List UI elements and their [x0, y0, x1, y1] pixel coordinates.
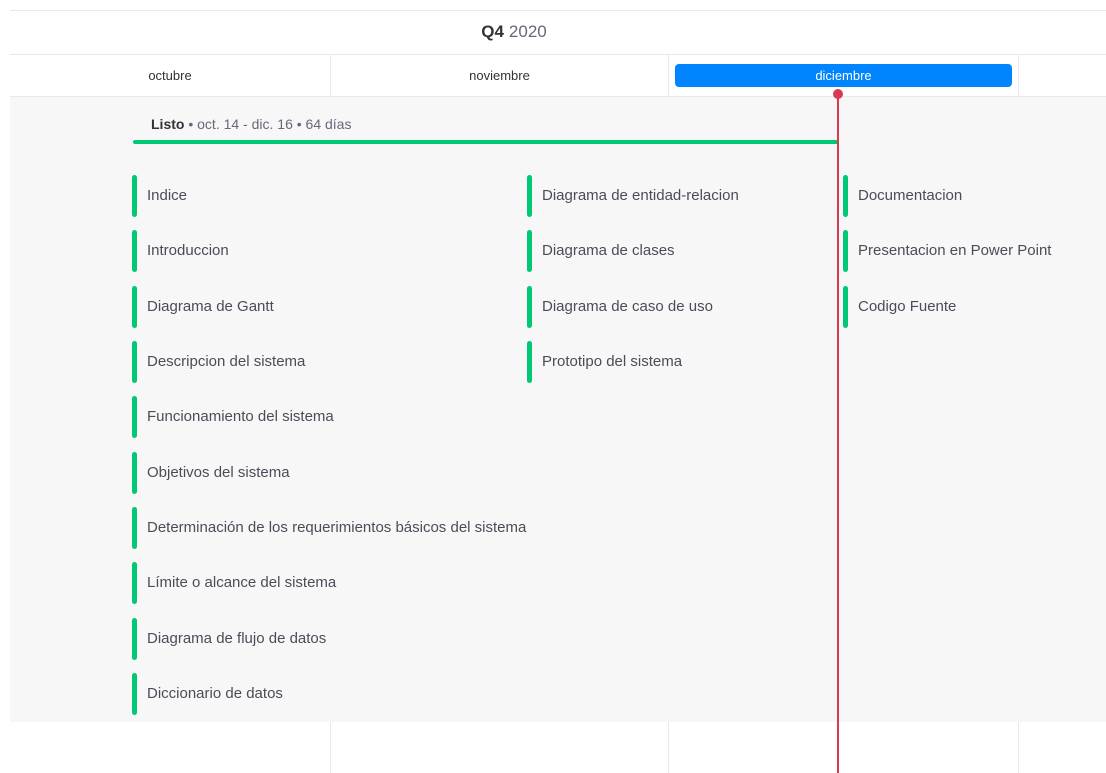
today-marker-line — [837, 96, 839, 773]
item-label: Diagrama de flujo de datos — [147, 630, 327, 647]
item-status-marker — [132, 175, 137, 217]
item-status-marker — [132, 452, 137, 494]
item-label: Funcionamiento del sistema — [147, 408, 334, 425]
month-december-current[interactable]: diciembre — [675, 64, 1012, 87]
item-label: Descripcion del sistema — [147, 353, 306, 370]
item-status-marker — [527, 286, 532, 328]
item-label: Límite o alcance del sistema — [147, 574, 337, 591]
item-status-marker — [843, 175, 848, 217]
dot-separator: • — [188, 116, 194, 132]
item-status-marker — [527, 341, 532, 383]
year-label: 2020 — [508, 22, 547, 41]
item-label: Diccionario de datos — [147, 685, 283, 702]
item-label: Prototipo del sistema — [542, 353, 683, 370]
item-label: Indice — [147, 187, 188, 204]
item-label: Diagrama de clases — [542, 242, 675, 259]
month-november[interactable]: noviembre — [331, 64, 668, 87]
item-label: Objetivos del sistema — [147, 464, 290, 481]
item-status-marker — [132, 341, 137, 383]
month-october[interactable]: octubre — [10, 64, 330, 87]
item-status-marker — [132, 507, 137, 549]
item-status-marker — [132, 562, 137, 604]
item-label: Determinación de los requerimientos bási… — [147, 519, 527, 536]
item-status-marker — [132, 673, 137, 715]
header-divider-quarter — [10, 54, 1106, 55]
item-status-marker — [132, 230, 137, 272]
today-marker-dot — [833, 89, 843, 99]
item-status-marker — [132, 396, 137, 438]
group-duration: 64 días — [305, 116, 352, 132]
item-status-marker — [527, 230, 532, 272]
item-label: Diagrama de Gantt — [147, 298, 274, 315]
item-label: Diagrama de entidad-relacion — [542, 187, 739, 204]
item-status-marker — [132, 618, 137, 660]
group-header[interactable]: Listo • oct. 14 - dic. 16 • 64 días — [151, 116, 351, 132]
item-label: Presentacion en Power Point — [858, 242, 1052, 259]
quarter-header: Q4 2020 — [10, 10, 1018, 54]
group-timeline-bar[interactable] — [133, 140, 839, 144]
item-label: Codigo Fuente — [858, 298, 957, 315]
item-status-marker — [527, 175, 532, 217]
item-label: Documentacion — [858, 187, 963, 204]
item-status-marker — [843, 230, 848, 272]
quarter-label: Q4 — [481, 22, 504, 41]
group-status: Listo — [151, 116, 185, 132]
item-label: Diagrama de caso de uso — [542, 298, 713, 315]
item-label: Introduccion — [147, 242, 229, 259]
dot-separator: • — [296, 116, 302, 132]
group-date-range: oct. 14 - dic. 16 — [197, 116, 293, 132]
item-status-marker — [132, 286, 137, 328]
item-status-marker — [843, 286, 848, 328]
